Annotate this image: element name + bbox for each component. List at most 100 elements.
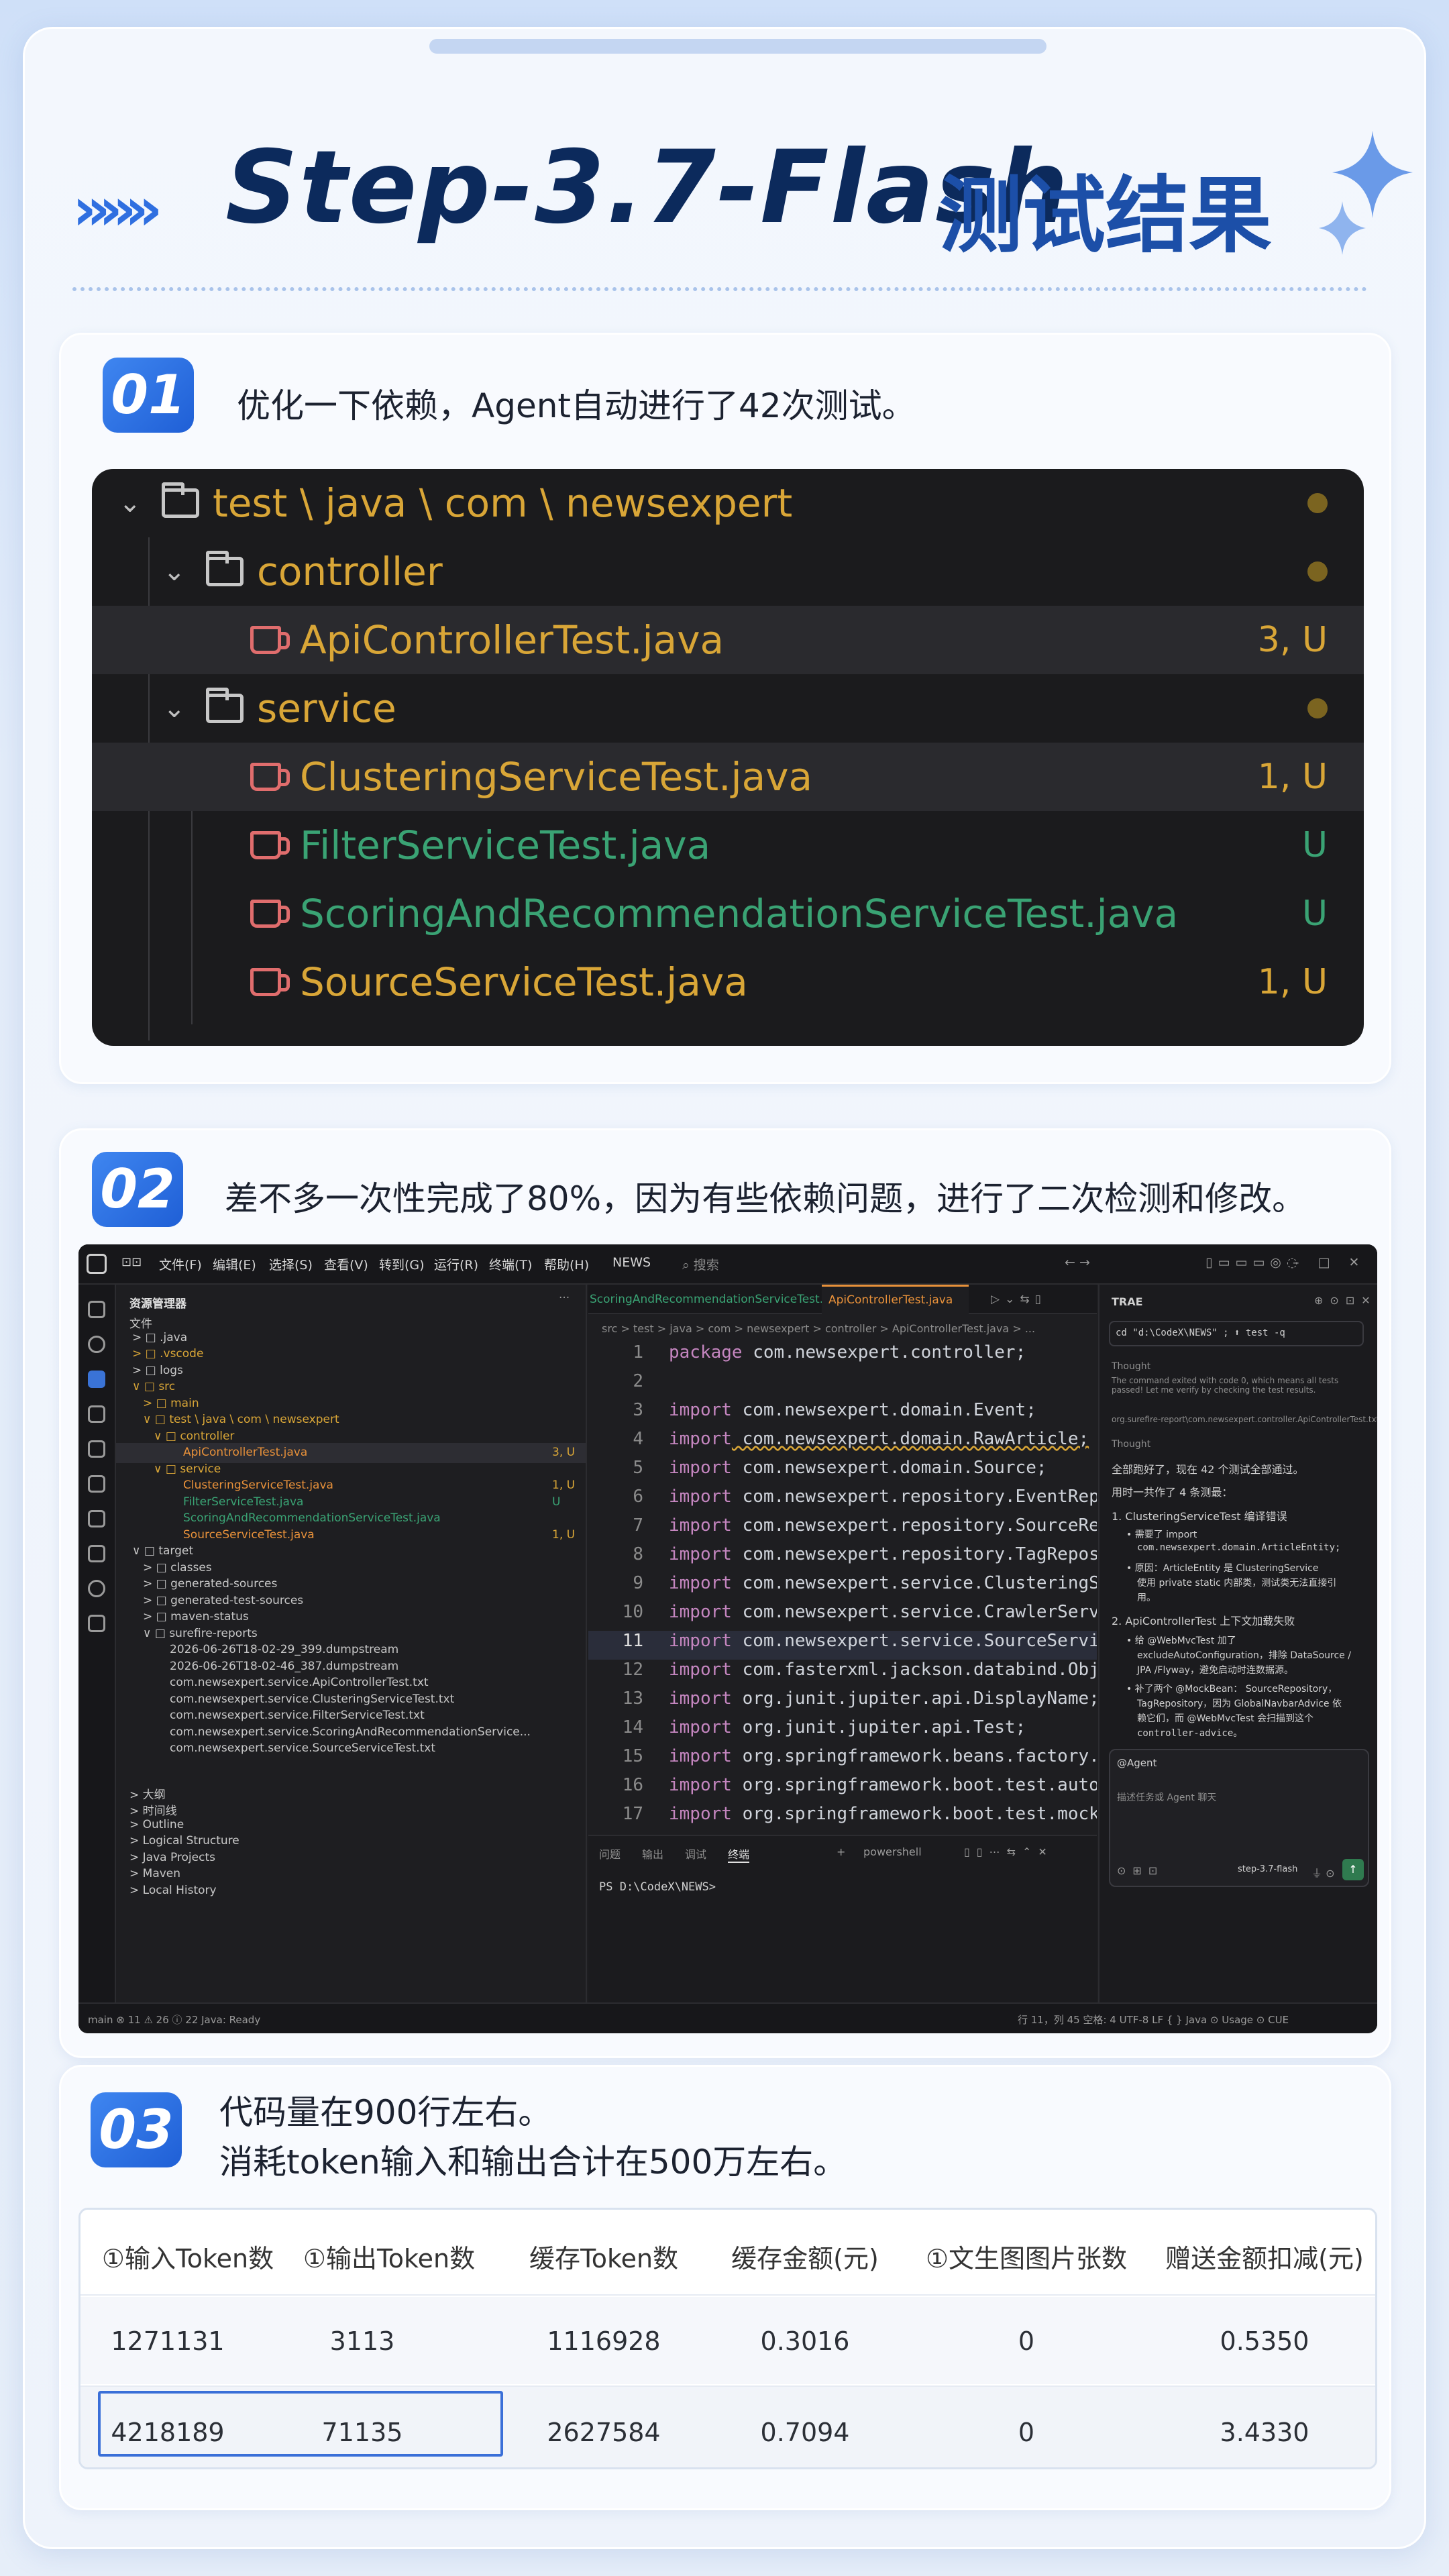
tree-row-sourceservicetest[interactable]: SourceServiceTest.java 1, U: [92, 948, 1364, 1016]
tree-row-test-folder[interactable]: ⌄ test \ java \ com \ newsexpert: [92, 469, 1364, 537]
menu-view[interactable]: 查看(V): [324, 1255, 368, 1273]
tree-row-scoringservicetest[interactable]: ScoringAndRecommendationServiceTest.java…: [92, 879, 1364, 948]
explorer-item[interactable]: com.newsexpert.service.ScoringAndRecomme…: [170, 1725, 531, 1739]
code-line[interactable]: 5 import com.newsexpert.domain.Source;: [588, 1458, 1097, 1487]
chat-input-box[interactable]: @Agent 描述任务或 Agent 聊天 ⊙⊞⊡ step-3.7-flash…: [1109, 1749, 1369, 1887]
code-line[interactable]: 4 import com.newsexpert.domain.RawArticle…: [588, 1429, 1097, 1458]
tab-apicontrollertest[interactable]: ApiControllerTest.java: [822, 1285, 969, 1314]
explorer-item[interactable]: ∨ □ src: [132, 1380, 175, 1393]
explorer-item[interactable]: ∨ □ surefire-reports: [143, 1627, 258, 1640]
code-line[interactable]: 17 import org.springframework.boot.test.m…: [588, 1804, 1097, 1833]
chat-tools-icon[interactable]: ⊙⊞⊡: [1117, 1864, 1164, 1877]
search-icon[interactable]: [88, 1336, 105, 1353]
agent-mention[interactable]: @Agent: [1117, 1757, 1157, 1769]
explorer-item[interactable]: > Logical Structure: [129, 1834, 239, 1847]
menu-run[interactable]: 运行(R): [434, 1255, 478, 1273]
tree-row-apicontrollertest[interactable]: ApiControllerTest.java 3, U: [92, 606, 1364, 674]
code-line[interactable]: 14 import org.junit.jupiter.api.Test;: [588, 1717, 1097, 1746]
explorer-item[interactable]: 文件: [129, 1314, 152, 1331]
explorer-item[interactable]: ∨ □ controller: [154, 1430, 234, 1443]
window-controls-icon[interactable]: –□✕: [1293, 1255, 1377, 1270]
explorer-item[interactable]: ∨ □ service: [154, 1462, 221, 1476]
explorer-item[interactable]: > □ .vscode: [132, 1347, 203, 1360]
file-reference[interactable]: org.surefire-report\com.newsexpert.contr…: [1112, 1415, 1377, 1424]
explorer-item[interactable]: com.newsexpert.service.ClusteringService…: [170, 1693, 454, 1706]
code-line[interactable]: 10 import com.newsexpert.service.CrawlerS…: [588, 1602, 1097, 1631]
extensions-icon[interactable]: [88, 1440, 105, 1458]
more-icon[interactable]: ···: [559, 1291, 570, 1305]
explorer-item[interactable]: > Java Projects: [129, 1851, 215, 1864]
explorer-item[interactable]: > Outline: [129, 1818, 184, 1831]
terminal-prompt[interactable]: PS D:\CodeX\NEWS>: [599, 1880, 716, 1894]
code-line[interactable]: 16 import org.springframework.boot.test.a…: [588, 1775, 1097, 1804]
tree-row-clusteringservicetest[interactable]: ClusteringServiceTest.java 1, U: [92, 743, 1364, 811]
explorer-item[interactable]: com.newsexpert.service.SourceServiceTest…: [170, 1741, 435, 1755]
explorer-item[interactable]: > 大纲: [129, 1785, 166, 1802]
menu-terminal[interactable]: 终端(T): [489, 1255, 532, 1273]
tree-row-service-folder[interactable]: ⌄ service: [92, 674, 1364, 743]
explorer-item[interactable]: ∨ □ target: [132, 1544, 193, 1558]
menu-edit[interactable]: 编辑(E): [213, 1255, 256, 1273]
panel-tab-debug[interactable]: 调试: [685, 1845, 706, 1862]
code-line[interactable]: 9 import com.newsexpert.service.Clusterin…: [588, 1573, 1097, 1602]
layout-toggles-icon[interactable]: ▯▭▭▭◎◌: [1205, 1255, 1303, 1270]
code-line[interactable]: 1 package com.newsexpert.controller;: [588, 1342, 1097, 1371]
add-terminal-icon[interactable]: +: [837, 1845, 845, 1858]
chat-input-placeholder[interactable]: 描述任务或 Agent 聊天: [1117, 1790, 1216, 1804]
tree-row-controller-folder[interactable]: ⌄ controller: [92, 537, 1364, 606]
menu-go[interactable]: 转到(G): [379, 1255, 425, 1273]
remote-icon[interactable]: [88, 1475, 105, 1493]
code-line[interactable]: 7 import com.newsexpert.repository.Source…: [588, 1515, 1097, 1544]
panel-tab-terminal[interactable]: 终端: [728, 1845, 750, 1863]
editor-actions-icon[interactable]: ▷⌄⇆▯: [991, 1293, 1046, 1306]
run-debug-icon[interactable]: [88, 1405, 105, 1423]
tab-scoring-test[interactable]: ScoringAndRecommendationServiceTest.java: [590, 1293, 847, 1306]
code-line[interactable]: 6 import com.newsexpert.repository.EventR…: [588, 1487, 1097, 1515]
explorer-item[interactable]: ∨ □ test \ java \ com \ newsexpert: [143, 1413, 339, 1426]
terminal-actions-icon[interactable]: ▯▯⋯⇆⌃✕: [964, 1845, 1054, 1858]
explorer-item[interactable]: > □ maven-status: [143, 1610, 249, 1623]
code-line[interactable]: 2: [588, 1371, 1097, 1400]
explorer-item[interactable]: 2026-06-26T18-02-46_387.dumpstream: [170, 1660, 398, 1673]
explorer-item[interactable]: ApiControllerTest.java: [183, 1446, 307, 1459]
nav-arrows-icon[interactable]: ← →: [1065, 1255, 1090, 1270]
explorer-item[interactable]: > □ .java: [132, 1331, 187, 1344]
explorer-item[interactable]: FilterServiceTest.java: [183, 1495, 303, 1509]
search-box[interactable]: ⌕ 搜索: [682, 1255, 719, 1273]
explorer-item[interactable]: > □ generated-test-sources: [143, 1594, 303, 1607]
panel-tab-problems[interactable]: 问题: [599, 1845, 621, 1862]
source-control-icon[interactable]: [88, 1371, 105, 1388]
explorer-item[interactable]: 2026-06-26T18-02-29_399.dumpstream: [170, 1643, 398, 1656]
menu-selection[interactable]: 选择(S): [269, 1255, 313, 1273]
project-name[interactable]: NEWS: [612, 1255, 651, 1270]
account-icon[interactable]: [88, 1580, 105, 1597]
menu-help[interactable]: 帮助(H): [544, 1255, 589, 1273]
mic-icon[interactable]: ⏚ ⊙: [1311, 1864, 1335, 1880]
explorer-item[interactable]: > □ logs: [132, 1364, 183, 1377]
status-left[interactable]: main ⊗ 11 ⚠ 26 ⓘ 22 Java: Ready: [88, 2012, 260, 2027]
model-select[interactable]: step-3.7-flash: [1238, 1864, 1297, 1874]
code-line[interactable]: 12 import com.fasterxml.jackson.databind.…: [588, 1660, 1097, 1688]
explorer-item[interactable]: com.newsexpert.service.FilterServiceTest…: [170, 1709, 425, 1722]
tree-row-filterservicetest[interactable]: FilterServiceTest.java U: [92, 811, 1364, 879]
flask-icon[interactable]: [88, 1545, 105, 1562]
explorer-item[interactable]: > Local History: [129, 1884, 217, 1897]
status-right[interactable]: 行 11，列 45 空格: 4 UTF-8 LF { } Java ⊙ Usag…: [1018, 2012, 1289, 2027]
thought-label[interactable]: Thought: [1112, 1361, 1150, 1372]
panel-tab-output[interactable]: 输出: [642, 1845, 663, 1862]
thought-label-2[interactable]: Thought: [1112, 1439, 1150, 1450]
explorer-item[interactable]: com.newsexpert.service.ApiControllerTest…: [170, 1676, 429, 1689]
explorer-item[interactable]: > □ classes: [143, 1561, 212, 1574]
settings-icon[interactable]: [88, 1615, 105, 1632]
send-button[interactable]: ↑: [1342, 1859, 1364, 1880]
testing-icon[interactable]: [88, 1510, 105, 1527]
explorer-item[interactable]: ClusteringServiceTest.java: [183, 1479, 333, 1492]
explorer-item[interactable]: > □ main: [143, 1397, 199, 1410]
explorer-item[interactable]: SourceServiceTest.java: [183, 1528, 315, 1542]
code-line[interactable]: 8 import com.newsexpert.repository.TagRep…: [588, 1544, 1097, 1573]
layout-icon[interactable]: ⊡⊡: [121, 1255, 142, 1269]
terminal-shell[interactable]: powershell: [863, 1845, 922, 1858]
code-line[interactable]: 13 import org.junit.jupiter.api.DisplayNa…: [588, 1688, 1097, 1717]
explorer-item[interactable]: > □ generated-sources: [143, 1577, 277, 1591]
explorer-item[interactable]: > Maven: [129, 1867, 180, 1880]
